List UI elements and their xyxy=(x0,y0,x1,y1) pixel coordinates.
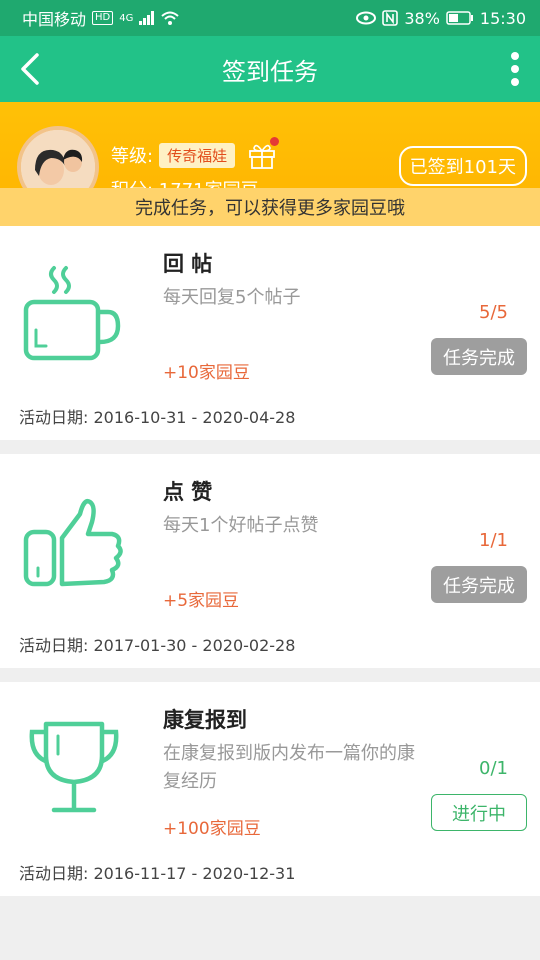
task-date: 活动日期: 2017-01-30 - 2020-02-28 xyxy=(19,636,296,655)
page-title: 签到任务 xyxy=(222,57,318,86)
signed-days-badge[interactable]: 已签到101天 xyxy=(398,146,527,186)
eye-icon xyxy=(356,11,377,25)
task-progress: 5/5 xyxy=(479,302,508,323)
task-description: 每天1个好帖子点赞 xyxy=(163,515,319,536)
task-card: 康复报到 在康复报到版内发布一篇你的康复经历 +100家园豆 0/1 进行中 活… xyxy=(0,682,540,896)
task-reward: +100家园豆 xyxy=(163,819,261,839)
signal-icon xyxy=(139,11,155,25)
carrier-label: 中国移动 xyxy=(22,10,87,29)
gift-button[interactable] xyxy=(247,137,280,170)
notice-banner: 完成任务，可以获得更多家园豆哦 xyxy=(0,188,540,226)
task-card: 回 帖 每天回复5个帖子 +10家园豆 5/5 任务完成 活动日期: 2016-… xyxy=(0,226,540,440)
task-complete-button[interactable]: 任务完成 xyxy=(431,338,527,375)
thumbs-up-icon xyxy=(23,499,123,587)
dot-icon xyxy=(511,52,519,60)
task-reward: +10家园豆 xyxy=(163,363,250,383)
status-bar: 中国移动 HD 4G 38% 15:30 xyxy=(0,0,540,36)
more-menu-button[interactable] xyxy=(490,36,540,102)
task-date: 活动日期: 2016-10-31 - 2020-04-28 xyxy=(19,408,296,427)
task-complete-button[interactable]: 任务完成 xyxy=(431,566,527,603)
task-description: 每天回复5个帖子 xyxy=(163,287,301,308)
notification-dot xyxy=(270,137,280,146)
task-title: 回 帖 xyxy=(163,252,213,276)
back-button[interactable] xyxy=(0,36,60,102)
dot-icon xyxy=(511,65,519,73)
task-date: 活动日期: 2016-11-17 - 2020-12-31 xyxy=(19,864,296,883)
task-reward: +5家园豆 xyxy=(163,591,240,611)
profile-card: 等级: 传奇福娃 积分: 1771家园豆 已签到101天 完成任务，可以获得更多… xyxy=(0,102,540,226)
cup-icon xyxy=(23,266,121,361)
task-progress: 1/1 xyxy=(479,530,508,551)
nfc-icon xyxy=(382,10,399,26)
battery-icon xyxy=(446,11,473,25)
task-progress: 0/1 xyxy=(479,758,508,779)
task-in-progress-button[interactable]: 进行中 xyxy=(431,794,527,831)
trophy-icon xyxy=(29,721,119,813)
network-type: 4G xyxy=(119,12,134,24)
clock: 15:30 xyxy=(479,8,526,28)
app-bar: 签到任务 xyxy=(0,36,540,102)
task-description: 在康复报到版内发布一篇你的康复经历 xyxy=(163,743,415,792)
task-title: 康复报到 xyxy=(163,708,247,732)
task-card: 点 赞 每天1个好帖子点赞 +5家园豆 1/1 任务完成 活动日期: 2017-… xyxy=(0,454,540,668)
chevron-left-icon xyxy=(21,53,39,85)
level-badge: 传奇福娃 xyxy=(159,142,236,168)
level-label: 等级: xyxy=(111,146,154,167)
level-row: 等级: 传奇福娃 xyxy=(111,137,280,170)
task-title: 点 赞 xyxy=(163,480,213,504)
dot-icon xyxy=(511,78,519,86)
wifi-icon xyxy=(161,11,180,25)
hd-icon: HD xyxy=(92,11,114,25)
battery-percent: 38% xyxy=(404,8,440,28)
